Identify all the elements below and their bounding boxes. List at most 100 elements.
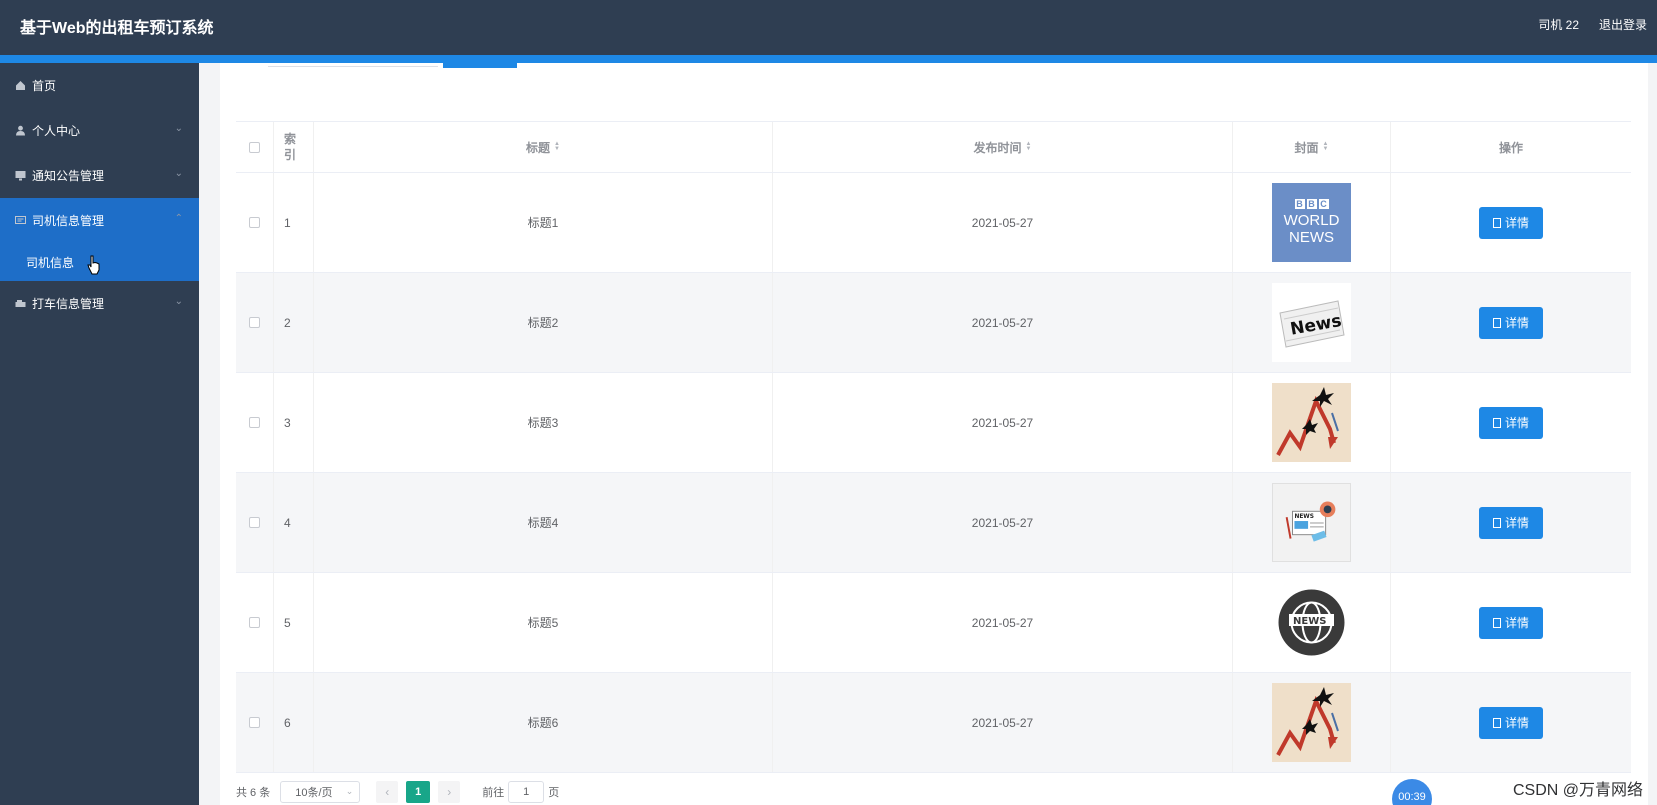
- document-icon: [1492, 217, 1501, 228]
- sidebar-item-label: 通知公告管理: [32, 169, 105, 183]
- row-index: 6: [274, 673, 314, 772]
- row-cover: [1233, 673, 1391, 772]
- prev-page-button[interactable]: ‹: [376, 781, 399, 803]
- search-input[interactable]: [268, 63, 438, 67]
- checkbox[interactable]: [249, 417, 260, 428]
- detail-button[interactable]: 详情: [1479, 206, 1543, 239]
- row-time: 2021-05-27: [773, 473, 1233, 572]
- falling-chart-image: [1272, 383, 1351, 462]
- header-cover[interactable]: 封面 ▲ ▼: [1233, 122, 1391, 172]
- row-select[interactable]: [236, 573, 274, 672]
- row-title: 标题2: [314, 273, 773, 372]
- chevron-down-icon: ⌄: [174, 123, 183, 134]
- checkbox[interactable]: [249, 217, 260, 228]
- document-icon: [1492, 417, 1501, 428]
- row-cover: [1233, 373, 1391, 472]
- page-size-value: 10条/页: [295, 787, 333, 799]
- checkbox[interactable]: [249, 317, 260, 328]
- header-time[interactable]: 发布时间 ▲ ▼: [773, 122, 1233, 172]
- document-icon: [1492, 617, 1501, 628]
- chevron-down-icon: ⌄: [174, 168, 183, 179]
- home-icon: [14, 80, 26, 92]
- detail-button-label: 详情: [1504, 416, 1529, 430]
- search-button[interactable]: [443, 63, 517, 68]
- header-index: 索引: [274, 122, 314, 172]
- detail-button[interactable]: 详情: [1479, 706, 1543, 739]
- news-table: 索引 标题 ▲ ▼ 发布时间 ▲ ▼ 封面 ▲ ▼ 操作 1 标题1 2021-05-27 …: [236, 121, 1631, 773]
- row-select[interactable]: [236, 473, 274, 572]
- row-time: 2021-05-27: [773, 673, 1233, 772]
- falling-chart-image: [1272, 683, 1351, 762]
- news-illustration-image: NEWS: [1272, 483, 1351, 562]
- detail-button-label: 详情: [1504, 716, 1529, 730]
- sidebar-item-label: 首页: [32, 79, 57, 93]
- row-select[interactable]: [236, 673, 274, 772]
- header-title-label: 标题: [526, 140, 551, 155]
- sort-icon[interactable]: ▲ ▼: [1323, 141, 1329, 152]
- row-index: 2: [274, 273, 314, 372]
- checkbox[interactable]: [249, 617, 260, 628]
- next-page-button[interactable]: ›: [438, 781, 461, 803]
- sort-icon[interactable]: ▲ ▼: [554, 141, 560, 152]
- svg-text:NEWS: NEWS: [1293, 616, 1326, 627]
- table-row: 5 标题5 2021-05-27 NEWS 详情: [236, 573, 1631, 673]
- mouse-pointer-icon: [87, 255, 100, 275]
- user-icon: [14, 125, 26, 137]
- sidebar-item-personal[interactable]: 个人中心 ⌄: [0, 108, 199, 153]
- row-op: 详情: [1391, 473, 1631, 572]
- header-cover-label: 封面: [1294, 140, 1319, 155]
- header-time-label: 发布时间: [973, 140, 1022, 155]
- row-cover: NEWS: [1233, 573, 1391, 672]
- sort-icon[interactable]: ▲ ▼: [1026, 141, 1032, 152]
- logout-link[interactable]: 退出登录: [1599, 16, 1647, 33]
- message-icon: [14, 215, 26, 227]
- table-row: 1 标题1 2021-05-27 B B C WORLD NEWS 详情: [236, 173, 1631, 273]
- detail-button[interactable]: 详情: [1479, 606, 1543, 639]
- table-row: 3 标题3 2021-05-27 详情: [236, 373, 1631, 473]
- row-time: 2021-05-27: [773, 273, 1233, 372]
- bbc-world-news-image: B B C WORLD NEWS: [1272, 183, 1351, 262]
- news-globe-image: NEWS: [1272, 583, 1351, 662]
- table-row: 4 标题4 2021-05-27 NEWS 详情: [236, 473, 1631, 573]
- table-row: 6 标题6 2021-05-27 详情: [236, 673, 1631, 773]
- checkbox[interactable]: [249, 717, 260, 728]
- sidebar-item-notice[interactable]: 通知公告管理 ⌄: [0, 153, 199, 198]
- sidebar-item-home[interactable]: 首页: [0, 63, 199, 108]
- detail-button[interactable]: 详情: [1479, 506, 1543, 539]
- app-title: 基于Web的出租车预订系统: [20, 20, 214, 37]
- detail-button[interactable]: 详情: [1479, 406, 1543, 439]
- row-op: 详情: [1391, 673, 1631, 772]
- sidebar-item-ride-info[interactable]: 打车信息管理 ⌄: [0, 281, 199, 326]
- row-cover: NEWS: [1233, 473, 1391, 572]
- car-icon: [14, 298, 26, 310]
- row-index: 4: [274, 473, 314, 572]
- top-bar: 基于Web的出租车预订系统 司机 22 退出登录: [0, 0, 1657, 55]
- sidebar-item-label: 个人中心: [32, 124, 81, 138]
- checkbox[interactable]: [249, 141, 260, 153]
- chevron-down-icon: ⌄: [174, 296, 183, 307]
- goto-page-input[interactable]: [508, 781, 545, 803]
- row-cover: News: [1233, 273, 1391, 372]
- row-select[interactable]: [236, 273, 274, 372]
- current-user: 司机 22: [1538, 18, 1579, 32]
- page-number-current[interactable]: 1: [406, 781, 431, 803]
- checkbox[interactable]: [249, 517, 260, 528]
- sidebar: 首页 个人中心 ⌄ 通知公告管理 ⌄ 司机信息管理 ⌃ 司机信息 打车信息管理 …: [0, 63, 199, 805]
- header-title[interactable]: 标题 ▲ ▼: [314, 122, 773, 172]
- pagination-total: 共 6 条: [236, 787, 271, 799]
- detail-button-label: 详情: [1504, 316, 1529, 330]
- detail-button[interactable]: 详情: [1479, 306, 1543, 339]
- row-select[interactable]: [236, 373, 274, 472]
- table-row: 2 标题2 2021-05-27 News 详情: [236, 273, 1631, 373]
- chevron-up-icon: ⌃: [174, 213, 183, 224]
- page-unit-label: 页: [548, 787, 560, 799]
- row-op: 详情: [1391, 573, 1631, 672]
- detail-button-label: 详情: [1504, 516, 1529, 530]
- pagination: 共 6 条 10条/页 ⌄ ‹ 1 › 前往 页: [236, 780, 559, 804]
- header-select-all[interactable]: [236, 122, 274, 172]
- row-index: 1: [274, 173, 314, 272]
- detail-button-label: 详情: [1504, 216, 1529, 230]
- page-size-select[interactable]: 10条/页 ⌄: [280, 781, 361, 803]
- row-select[interactable]: [236, 173, 274, 272]
- sidebar-item-driver-info[interactable]: 司机信息管理 ⌃: [0, 198, 199, 243]
